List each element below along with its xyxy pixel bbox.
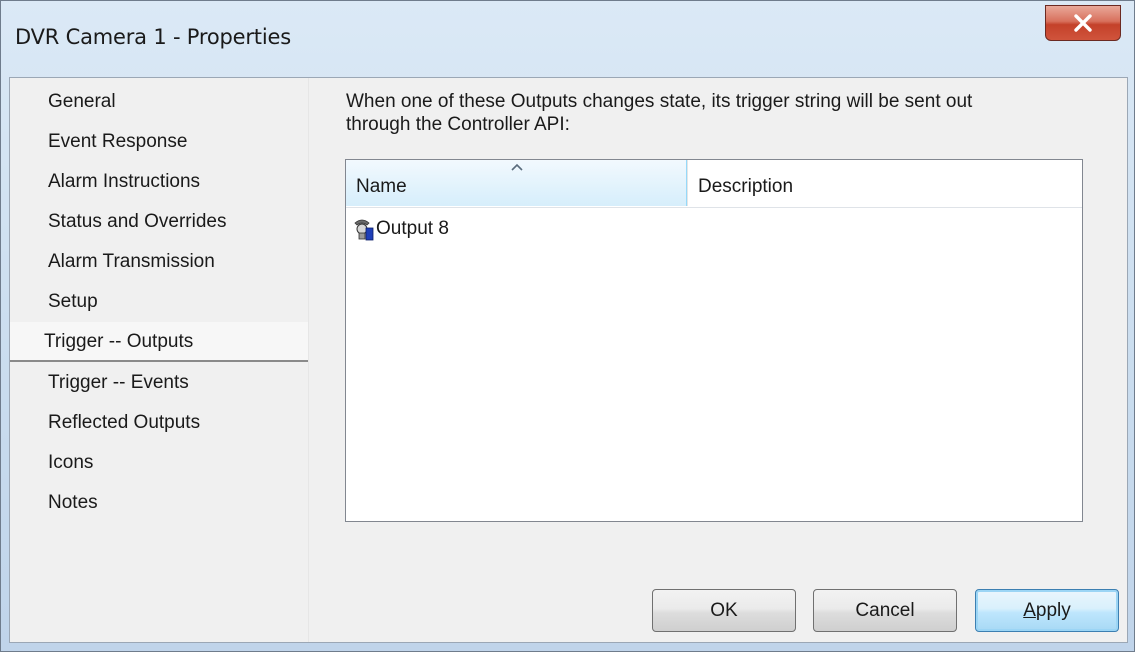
nav-item-alarm-instructions[interactable]: Alarm Instructions xyxy=(10,162,308,202)
ok-button[interactable]: OK xyxy=(652,589,796,632)
close-button[interactable] xyxy=(1045,5,1121,41)
list-item-name: Output 8 xyxy=(376,218,449,239)
close-icon xyxy=(1074,14,1092,32)
dialog-client-area: General Event Response Alarm Instruction… xyxy=(9,77,1128,643)
column-header-description[interactable]: Description xyxy=(687,160,1082,206)
description-line-1: When one of these Outputs changes state,… xyxy=(346,91,973,112)
apply-button-mnemonic: A xyxy=(1023,600,1036,621)
nav-item-event-response[interactable]: Event Response xyxy=(10,122,308,162)
nav-item-general[interactable]: General xyxy=(10,82,308,122)
properties-dialog: DVR Camera 1 - Properties General Event … xyxy=(0,0,1135,652)
nav-item-alarm-transmission[interactable]: Alarm Transmission xyxy=(10,242,308,282)
column-header-description-label: Description xyxy=(698,176,794,197)
nav-item-trigger-outputs[interactable]: Trigger -- Outputs xyxy=(10,322,308,362)
title-bar[interactable]: DVR Camera 1 - Properties xyxy=(1,1,1134,77)
page-navigation: General Event Response Alarm Instruction… xyxy=(10,78,309,642)
nav-item-trigger-events[interactable]: Trigger -- Events xyxy=(10,363,308,403)
description-line-2: through the Controller API: xyxy=(346,114,570,135)
column-header-name-label: Name xyxy=(356,176,407,197)
output-device-icon xyxy=(354,219,374,241)
list-header: Name Description xyxy=(346,160,1082,208)
column-header-name[interactable]: Name xyxy=(346,160,687,206)
description-text: When one of these Outputs changes state,… xyxy=(346,90,1106,136)
nav-item-notes[interactable]: Notes xyxy=(10,483,308,523)
nav-item-reflected-outputs[interactable]: Reflected Outputs xyxy=(10,403,308,443)
apply-button-label-rest: pply xyxy=(1035,600,1071,621)
apply-button[interactable]: Apply xyxy=(975,589,1119,632)
nav-item-status-and-overrides[interactable]: Status and Overrides xyxy=(10,202,308,242)
window-title: DVR Camera 1 - Properties xyxy=(15,25,291,49)
outputs-list[interactable]: Name Description Output 8 xyxy=(345,159,1083,522)
cancel-button[interactable]: Cancel xyxy=(813,589,957,632)
sort-ascending-icon xyxy=(511,163,523,171)
nav-item-setup[interactable]: Setup xyxy=(10,282,308,322)
nav-item-icons[interactable]: Icons xyxy=(10,443,308,483)
